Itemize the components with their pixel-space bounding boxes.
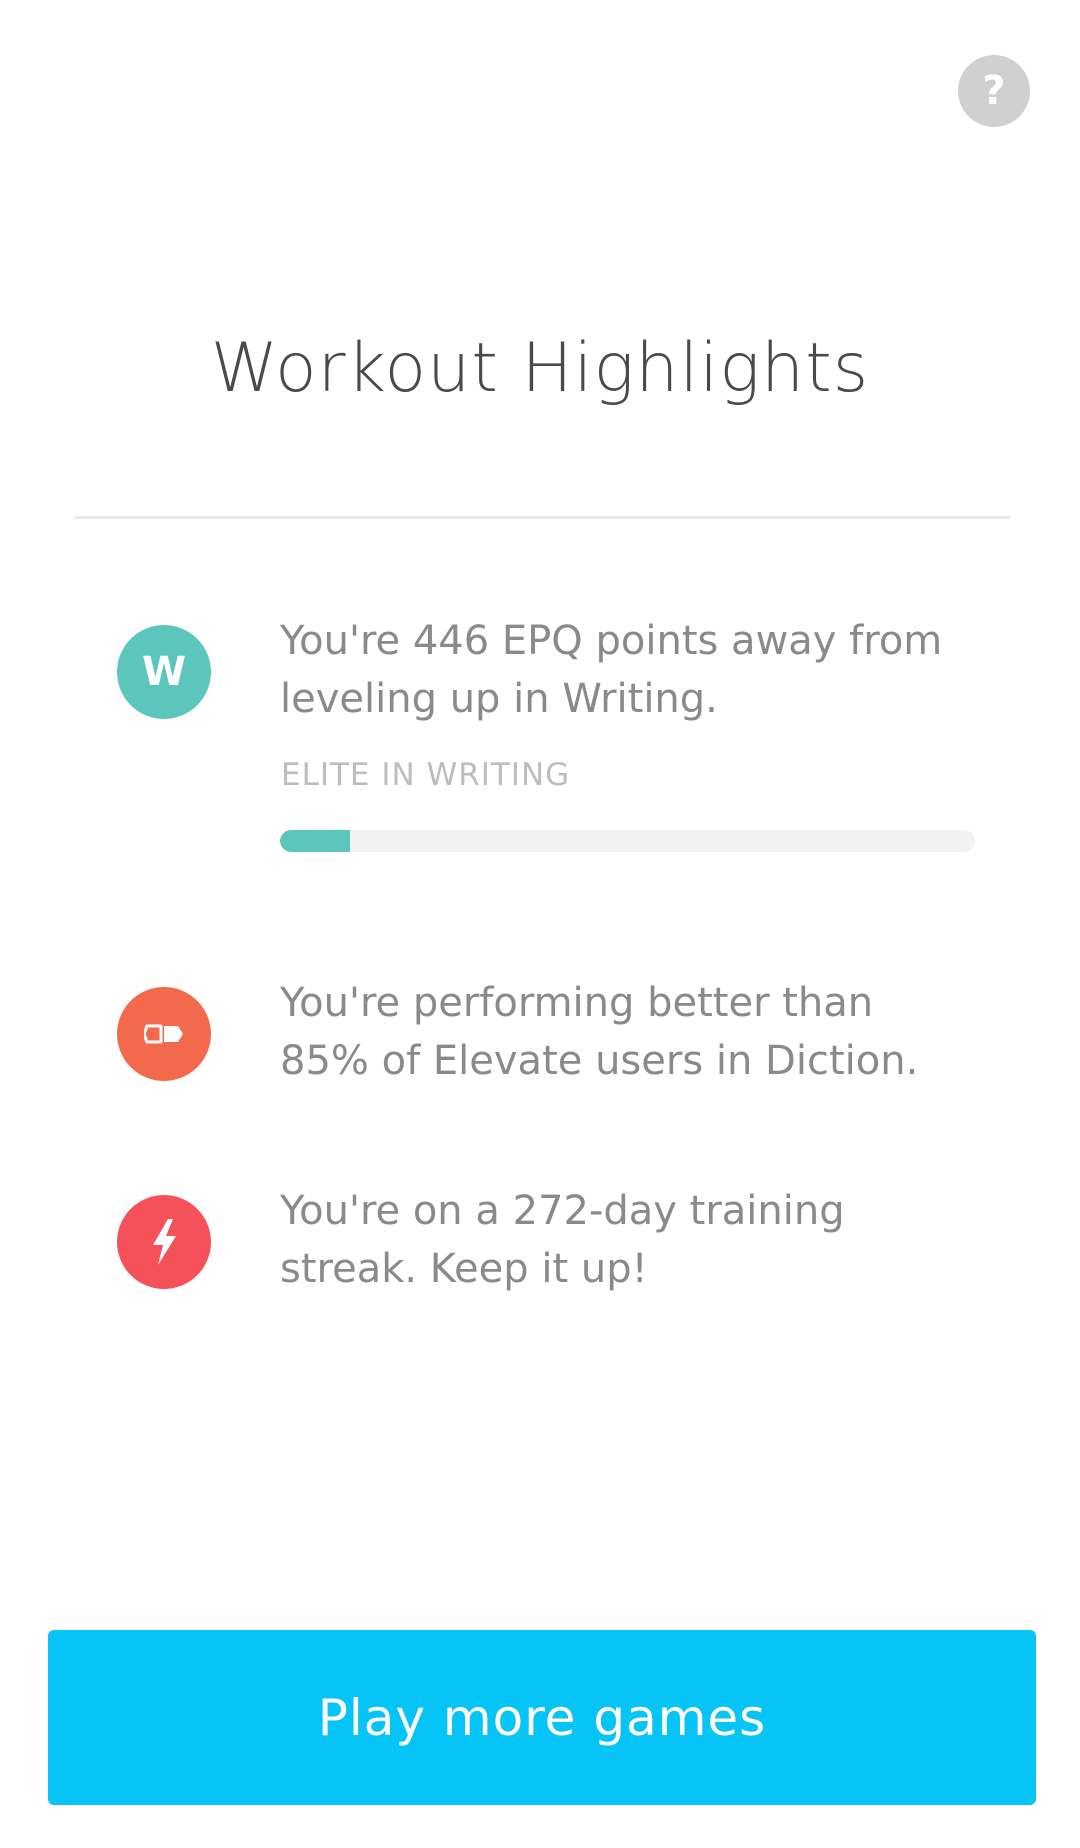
help-button[interactable]: ? (958, 55, 1030, 127)
progress-label: ELITE IN WRITING (281, 757, 571, 793)
highlight-writing-text: You're 446 EPQ points away from leveling… (280, 618, 943, 722)
diction-tag-glyph (144, 1024, 183, 1044)
page-title: Workout Highlights (210, 329, 870, 408)
diction-tag-icon (117, 987, 211, 1081)
lightning-bolt-glyph (153, 1219, 176, 1265)
highlight-streak-text: You're on a 272-day training streak. Kee… (280, 1188, 845, 1292)
question-mark-icon: ? (982, 68, 1006, 114)
lightning-bolt-icon (117, 1195, 211, 1289)
writing-progress-fill (280, 830, 350, 852)
title-divider (75, 516, 1010, 519)
writing-progress-bar (280, 830, 975, 852)
writing-letter-glyph: W (141, 649, 187, 695)
highlight-diction-text: You're performing better than 85% of Ele… (280, 980, 919, 1084)
writing-letter-icon: W (117, 625, 211, 719)
play-more-games-label: Play more games (317, 1688, 767, 1747)
play-more-games-button[interactable]: Play more games (48, 1630, 1036, 1805)
